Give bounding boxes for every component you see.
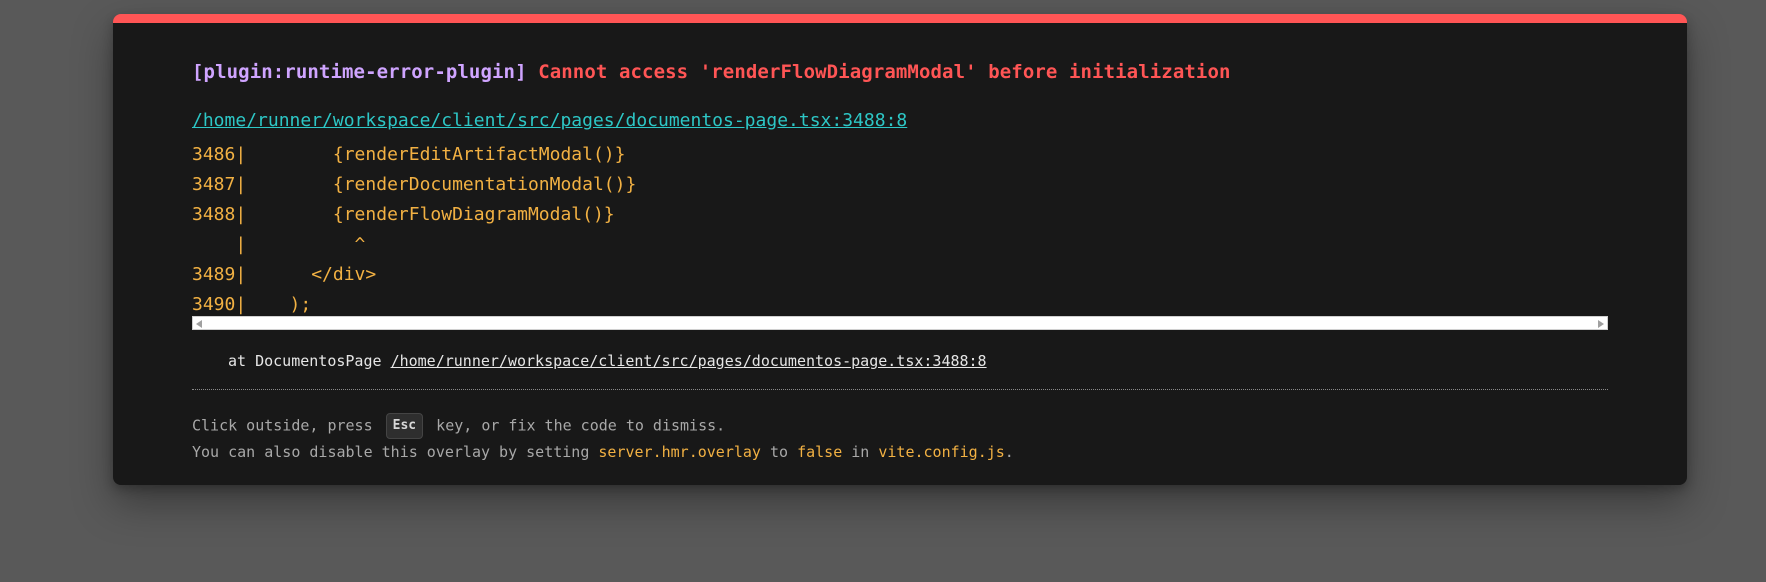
setting-code: server.hmr.overlay xyxy=(598,443,761,461)
stack-prefix: at DocumentosPage xyxy=(228,352,391,370)
scroll-right-icon[interactable] xyxy=(1598,320,1604,328)
code-caret-line: | ^ xyxy=(192,234,366,255)
config-code: vite.config.js xyxy=(878,443,1005,461)
tip-text: . xyxy=(1004,443,1014,461)
tip-text: Click outside, press xyxy=(192,416,382,435)
code-line: 3487| {renderDocumentationModal()} xyxy=(192,174,637,195)
stack-file-link[interactable]: /home/runner/workspace/client/src/pages/… xyxy=(391,352,987,370)
error-file-link[interactable]: /home/runner/workspace/client/src/pages/… xyxy=(192,110,907,131)
error-text: Cannot access 'renderFlowDiagramModal' b… xyxy=(538,61,1231,83)
stack-trace: at DocumentosPage /home/runner/workspace… xyxy=(228,352,987,370)
tip-text: in xyxy=(842,443,879,461)
code-line: 3489| </div> xyxy=(192,264,377,285)
value-code: false xyxy=(797,443,843,461)
code-line: 3486| {renderEditArtifactModal()} xyxy=(192,144,626,165)
error-overlay-window: [plugin:runtime-error-plugin] Cannot acc… xyxy=(113,14,1687,485)
error-message: [plugin:runtime-error-plugin] Cannot acc… xyxy=(192,61,1231,83)
code-line: 3488| {renderFlowDiagramModal()} xyxy=(192,204,615,225)
divider xyxy=(192,389,1608,390)
code-frame: 3486| {renderEditArtifactModal()} 3487| … xyxy=(192,140,1608,320)
scroll-left-icon[interactable] xyxy=(196,320,202,328)
horizontal-scrollbar[interactable] xyxy=(192,316,1608,330)
tip-text: key, or fix the code to dismiss. xyxy=(427,416,726,435)
esc-key: Esc xyxy=(385,413,424,439)
dismiss-tip: Click outside, press Esc key, or fix the… xyxy=(192,413,725,439)
disable-tip: You can also disable this overlay by set… xyxy=(192,443,1014,461)
tip-text: to xyxy=(760,443,798,461)
plugin-name: [plugin:runtime-error-plugin] xyxy=(192,61,527,83)
tip-text: You can also disable this overlay by set… xyxy=(192,443,599,461)
